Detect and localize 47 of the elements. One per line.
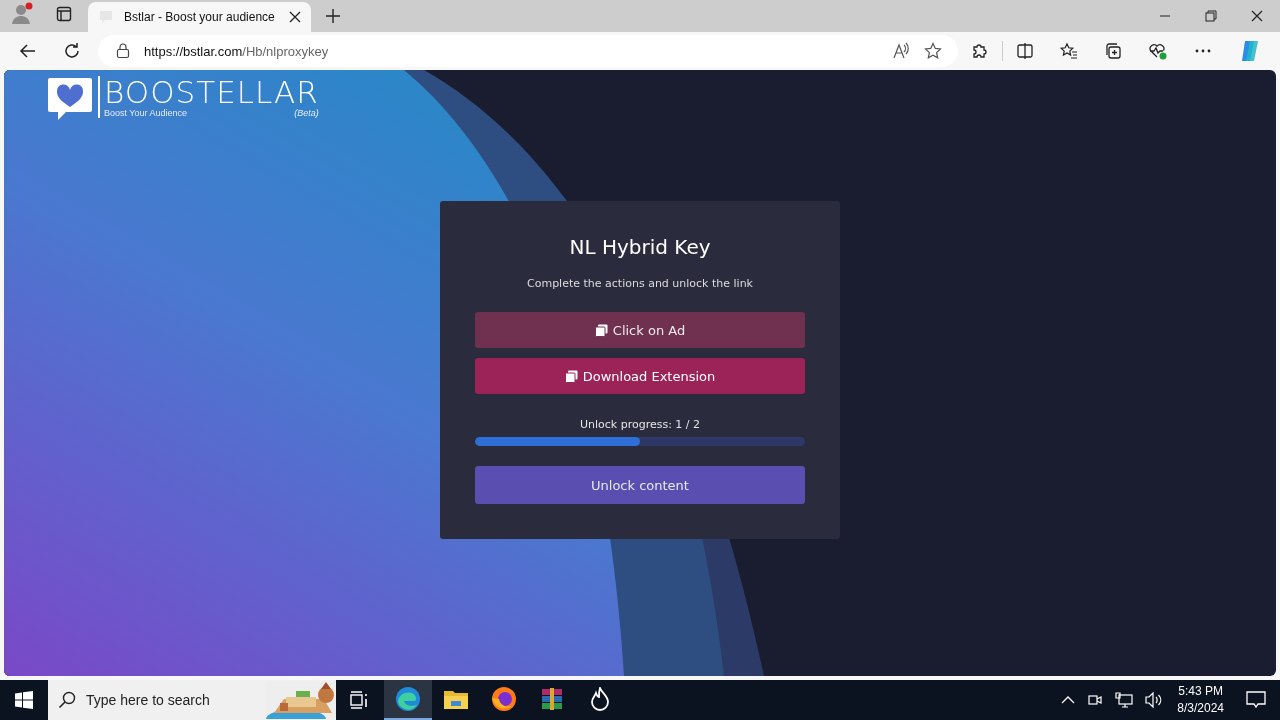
- taskbar-search-field[interactable]: Type here to search: [48, 680, 336, 720]
- action-button[interactable]: Click on Ad: [475, 312, 805, 348]
- fox-globe-icon: [491, 686, 517, 712]
- windows-start-icon[interactable]: [15, 691, 33, 709]
- speaker-icon[interactable]: [1145, 692, 1164, 708]
- restore-icon[interactable]: [1205, 10, 1217, 22]
- clock-time[interactable]: 5:43 PM: [1178, 683, 1223, 700]
- address-bar[interactable]: https://bstlar.com/Hb/nlproxykey: [98, 35, 958, 67]
- health-icon[interactable]: [1148, 42, 1168, 60]
- search-icon: [58, 691, 76, 709]
- close-icon[interactable]: [289, 11, 301, 23]
- copy-icon: [594, 323, 608, 337]
- taskbar-app[interactable]: [384, 680, 432, 720]
- heart-bubble-icon: [46, 76, 94, 122]
- notification-icon[interactable]: [1246, 691, 1266, 709]
- new-tab-icon[interactable]: [325, 8, 341, 24]
- flame-icon: [590, 687, 610, 711]
- favorites-icon[interactable]: [1060, 42, 1078, 60]
- lock-icon: [116, 43, 130, 59]
- url-text: https://bstlar.com/Hb/nlproxykey: [144, 43, 329, 59]
- chevron-up-icon[interactable]: [1061, 695, 1076, 705]
- copy-icon: [564, 369, 578, 383]
- action-button[interactable]: Download Extension: [475, 358, 805, 394]
- search-input[interactable]: Type here to search: [84, 691, 258, 709]
- progress-label: Unlock progress: 1 / 2: [578, 418, 702, 431]
- browser-tab[interactable]: Bstlar - Boost your audience: [88, 2, 311, 32]
- camera-icon[interactable]: [1087, 692, 1104, 708]
- boostellar-logo[interactable]: BOOSTELLAR Boost Your Audience (Beta): [46, 76, 319, 122]
- network-icon[interactable]: [1115, 692, 1134, 708]
- books-stack-icon: [540, 687, 564, 711]
- task-view-icon[interactable]: [350, 691, 370, 709]
- card-subtitle: Complete the actions and unlock the link: [526, 277, 754, 290]
- clock-date[interactable]: 8/3/2024: [1177, 700, 1224, 717]
- back-icon[interactable]: [19, 42, 37, 60]
- card-title: NL Hybrid Key: [568, 235, 712, 259]
- close-icon[interactable]: [1251, 10, 1263, 22]
- collections-icon[interactable]: [1104, 42, 1122, 60]
- tab-actions-icon[interactable]: [56, 6, 72, 22]
- split-screen-icon[interactable]: [1016, 42, 1034, 60]
- wave-circle-icon: [395, 686, 421, 712]
- read-aloud-icon[interactable]: [892, 42, 910, 60]
- refresh-icon[interactable]: [63, 42, 81, 60]
- extensions-icon[interactable]: [971, 42, 989, 60]
- unlock-button[interactable]: Unlock content: [475, 466, 805, 504]
- favorite-star-icon[interactable]: [924, 42, 942, 60]
- profile-icon[interactable]: [10, 2, 34, 26]
- folder-icon: [443, 688, 469, 710]
